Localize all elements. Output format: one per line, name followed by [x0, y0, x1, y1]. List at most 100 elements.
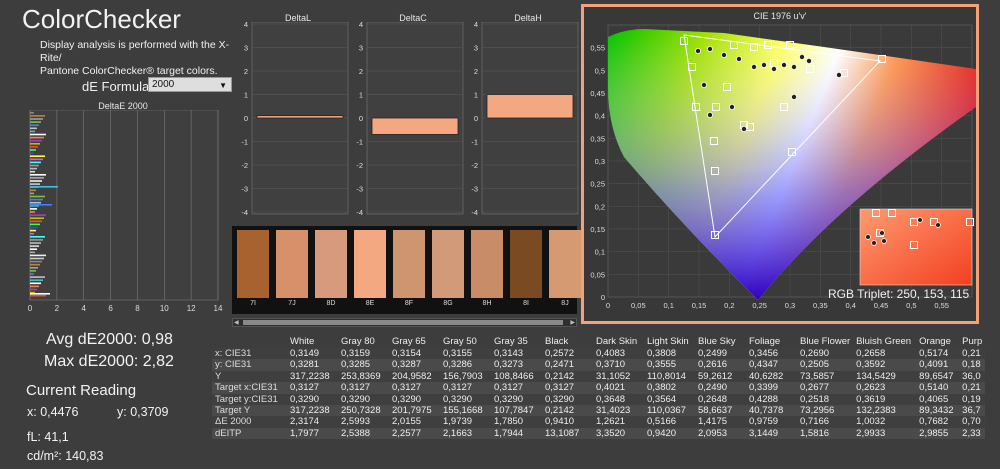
table-cell: 156,7903 [440, 370, 491, 383]
deltae-bar [30, 236, 45, 238]
column-header [212, 336, 287, 348]
scroll-right-icon[interactable]: ▶ [570, 319, 575, 326]
color-swatch[interactable] [315, 230, 347, 298]
deltae-bar [30, 180, 42, 182]
row-label: ΔE 2000 [212, 416, 287, 428]
table-row: Target x:CIE31 0,3127 0,3127 0,3127 0,3127 0,… [212, 382, 986, 394]
table-cell: 0,2490 [695, 382, 746, 394]
table-cell: 0,4083 [593, 348, 644, 360]
table-cell: 0,4288 [746, 393, 797, 406]
table-cell: 0,2690 [797, 348, 854, 360]
table-cell: 108,8466 [491, 370, 542, 383]
table-cell: 0,3808 [644, 348, 695, 360]
deltae-bar [30, 229, 36, 232]
deltae-bar [30, 177, 44, 179]
deltae-bar [30, 164, 39, 167]
table-cell: 317,2238 [287, 370, 338, 383]
row-label: Target x:CIE31 [212, 382, 287, 394]
table-row: ΔE 2000 2,3174 2,5993 2,0155 1,9739 1,7850 0,9… [212, 416, 986, 428]
table-cell: 0,3290 [287, 393, 338, 406]
cie-x-tick: 0,25 [752, 301, 767, 310]
description-line-1: Display analysis is performed with the X… [40, 39, 230, 64]
cie-x-tick: 0,4 [845, 301, 855, 310]
column-header: White [290, 336, 315, 348]
table-cell: 110,0367 [644, 405, 695, 417]
delta-y-tick: 3 [474, 44, 478, 53]
color-swatch[interactable] [276, 230, 308, 298]
table-cell: 31,4023 [593, 405, 644, 417]
deltae-x-tick: 4 [81, 304, 86, 313]
swatch-label: 7J [288, 300, 296, 307]
swatch-label: 8G [443, 300, 453, 307]
deltae-bar [30, 254, 46, 257]
reading-x: x: 0,4476 [27, 405, 79, 419]
table-cell: 0,9410 [542, 416, 593, 428]
measured-marker [805, 58, 812, 65]
delta-chart-deltal: 4 3 2 1 0 -1 -2 -3 -4 [241, 22, 349, 217]
delta-y-tick: 4 [359, 22, 363, 29]
table-cell: 0,4347 [746, 359, 797, 371]
measured-marker [835, 72, 842, 79]
column-header: Black [545, 336, 569, 348]
delta-y-tick: 0 [474, 114, 478, 123]
row-label: y: CIE31 [212, 359, 287, 371]
color-swatch[interactable] [471, 230, 503, 298]
column-header: Dark Skin [596, 336, 638, 348]
table-row: Y 317,2238 253,8369 204,9582 156,7903 108,846… [212, 370, 986, 383]
color-swatch[interactable] [354, 230, 386, 298]
table-cell: 0,3290 [338, 393, 389, 406]
cie-y-tick: 0,4 [595, 112, 605, 121]
scrollbar-thumb[interactable] [243, 320, 563, 325]
measured-marker [707, 112, 714, 119]
cie-x-tick: 0,3 [785, 301, 795, 310]
deltae-bar [30, 217, 44, 219]
de-formula-value: 2000 [152, 79, 175, 90]
cie-y-tick: 0,45 [590, 89, 605, 98]
row-label: Y [212, 370, 287, 383]
rgb-triplet: RGB Triplet: 250, 153, 115 [828, 287, 970, 301]
measured-marker [695, 48, 702, 55]
deltae-bar [30, 257, 44, 260]
delta-y-tick: 2 [359, 67, 363, 76]
deltae-bar [30, 155, 45, 157]
table-cell: 0,3710 [593, 359, 644, 371]
deltae-bar [30, 146, 38, 148]
deltae-bar [30, 183, 40, 185]
delta-y-tick: -4 [356, 208, 363, 217]
color-swatch[interactable] [237, 230, 269, 298]
swatch-scrollbar[interactable]: ◀ ▶ [232, 318, 577, 327]
table-cell: 110,8014 [644, 370, 695, 383]
table-cell: 40,7378 [746, 405, 797, 417]
table-cell: 0,3592 [853, 359, 917, 371]
color-swatch[interactable] [510, 230, 542, 298]
table-cell: 1,0032 [853, 416, 917, 428]
delta-y-tick: -1 [471, 138, 478, 147]
delta-y-tick: -3 [356, 185, 363, 194]
table-cell: 0,3802 [644, 382, 695, 394]
cie-y-tick: 0,55 [590, 44, 605, 53]
scroll-left-icon[interactable]: ◀ [234, 319, 239, 326]
color-swatch[interactable] [393, 230, 425, 298]
delta-chart-deltah: 4 3 2 1 0 -1 -2 -3 -4 [471, 22, 579, 217]
color-swatch[interactable] [549, 230, 581, 298]
de-formula-select[interactable]: 2000 ▼ [148, 77, 232, 92]
table-cell: 0,2572 [542, 348, 593, 360]
row-label: x: CIE31 [212, 348, 287, 360]
table-cell: 107,7847 [491, 405, 542, 417]
table-cell: 0,70 [959, 416, 986, 428]
deltae-x-tick: 0 [28, 304, 33, 313]
table-cell: 250,7328 [338, 405, 389, 417]
column-header: Gray 50 [443, 336, 477, 348]
deltae-bar [30, 136, 44, 139]
delta-y-tick: 4 [244, 22, 248, 29]
table-cell: 0,3127 [440, 382, 491, 394]
table-cell: 0,3127 [542, 382, 593, 394]
swatch-label: 7I [250, 300, 256, 307]
delta-y-tick: -1 [356, 138, 363, 147]
deltae-bar [30, 112, 34, 114]
table-cell: 89,3432 [916, 405, 960, 417]
color-swatch[interactable] [432, 230, 464, 298]
measured-marker [728, 104, 735, 111]
cie-x-tick: 0,5 [906, 301, 916, 310]
swatch-label: 8I [523, 300, 529, 307]
